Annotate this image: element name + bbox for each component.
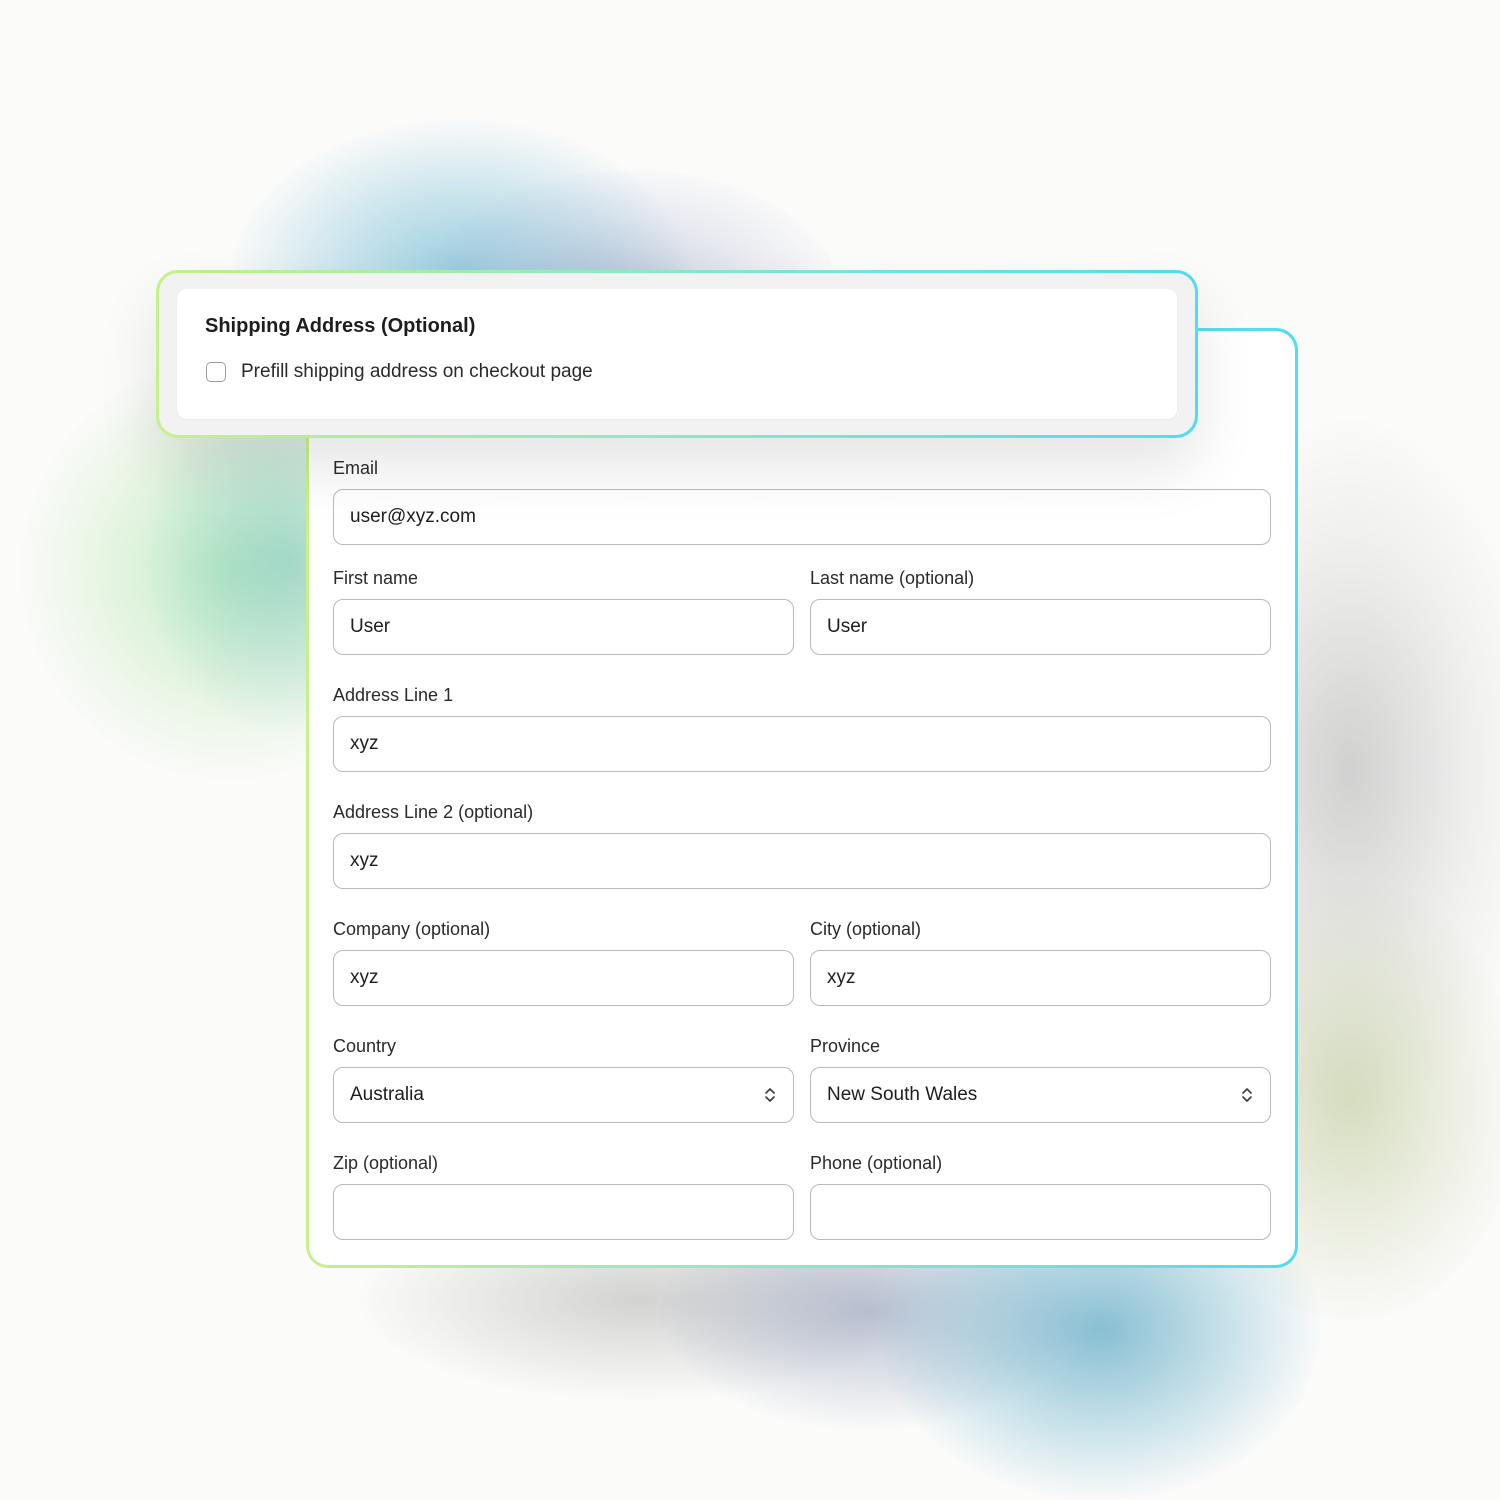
zip-label: Zip (optional): [333, 1153, 439, 1173]
chevron-up-down-icon: [765, 1088, 775, 1102]
prefill-shipping-checkbox-row[interactable]: Prefill shipping address on checkout pag…: [206, 361, 593, 383]
shipping-address-title: Shipping Address (Optional): [205, 315, 476, 337]
address-line-2-value: xyz: [350, 850, 379, 871]
shipping-address-panel: Shipping Address (Optional) Prefill ship…: [177, 289, 1177, 419]
country-label: Country: [333, 1036, 397, 1056]
province-select[interactable]: New South Wales: [810, 1067, 1271, 1123]
last-name-field-group: Last name (optional) User: [810, 567, 1271, 655]
province-value: New South Wales: [827, 1084, 978, 1105]
first-name-input[interactable]: User: [333, 599, 794, 655]
phone-input[interactable]: [810, 1184, 1271, 1240]
last-name-input[interactable]: User: [810, 599, 1271, 655]
address-line-2-input[interactable]: xyz: [333, 833, 1271, 889]
company-input[interactable]: xyz: [333, 950, 794, 1006]
email-label: Email: [333, 458, 379, 478]
prefill-shipping-checkbox[interactable]: [206, 362, 226, 382]
company-value: xyz: [350, 967, 379, 988]
address-line-1-value: xyz: [350, 733, 379, 754]
address-form-card: Email user@xyz.com First name User Last …: [306, 328, 1298, 1268]
first-name-value: User: [350, 616, 391, 637]
chevron-up-down-icon: [1242, 1088, 1252, 1102]
first-name-label: First name: [333, 568, 419, 588]
city-value: xyz: [827, 967, 856, 988]
city-input[interactable]: xyz: [810, 950, 1271, 1006]
phone-field-group: Phone (optional): [810, 1152, 1271, 1240]
prefill-shipping-label[interactable]: Prefill shipping address on checkout pag…: [241, 361, 593, 383]
email-value: user@xyz.com: [350, 506, 476, 527]
stage: Email user@xyz.com First name User Last …: [0, 0, 1500, 1500]
city-field-group: City (optional) xyz: [810, 918, 1271, 1006]
province-label: Province: [810, 1036, 881, 1056]
address-line-2-field-group: Address Line 2 (optional) xyz: [333, 801, 1271, 889]
email-field-group: Email user@xyz.com: [333, 457, 1271, 545]
company-label: Company (optional): [333, 919, 491, 939]
first-name-field-group: First name User: [333, 567, 794, 655]
address-line-1-label: Address Line 1: [333, 685, 454, 705]
last-name-label: Last name (optional): [810, 568, 975, 588]
email-input[interactable]: user@xyz.com: [333, 489, 1271, 545]
zip-input[interactable]: [333, 1184, 794, 1240]
country-field-group: Country Australia: [333, 1035, 794, 1123]
country-select[interactable]: Australia: [333, 1067, 794, 1123]
address-form: Email user@xyz.com First name User Last …: [309, 331, 1295, 1265]
address-line-1-field-group: Address Line 1 xyz: [333, 684, 1271, 772]
shipping-address-card: Shipping Address (Optional) Prefill ship…: [156, 270, 1198, 438]
last-name-value: User: [827, 616, 868, 637]
shipping-address-card-frame: Shipping Address (Optional) Prefill ship…: [159, 273, 1195, 435]
city-label: City (optional): [810, 919, 922, 939]
province-field-group: Province New South Wales: [810, 1035, 1271, 1123]
address-line-2-label: Address Line 2 (optional): [333, 802, 534, 822]
company-field-group: Company (optional) xyz: [333, 918, 794, 1006]
zip-field-group: Zip (optional): [333, 1152, 794, 1240]
country-value: Australia: [350, 1084, 424, 1105]
phone-label: Phone (optional): [810, 1153, 943, 1173]
address-line-1-input[interactable]: xyz: [333, 716, 1271, 772]
